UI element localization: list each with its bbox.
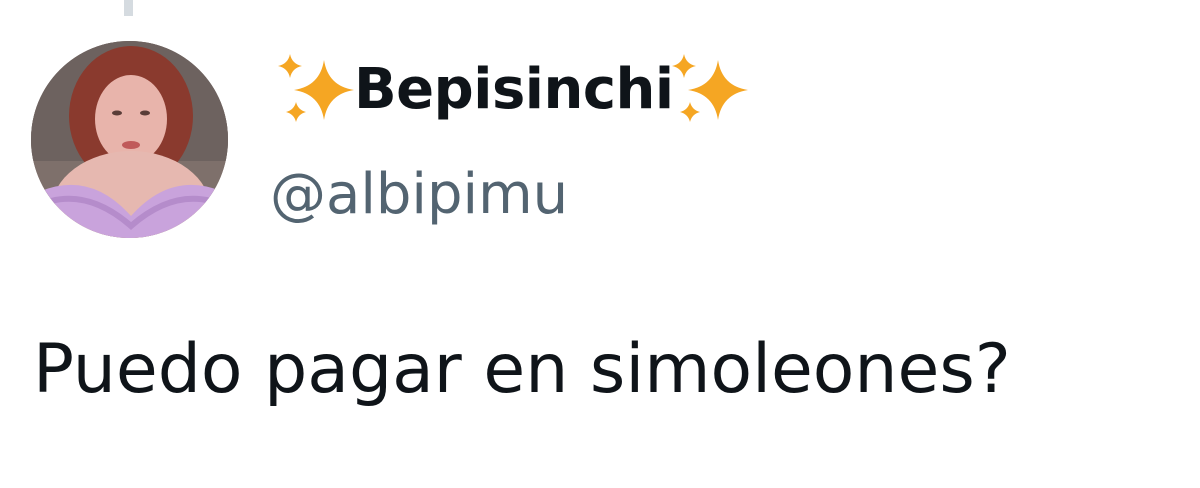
author-display-name[interactable]: Bepisinchi (354, 50, 674, 130)
tweet: Bepisinchi @albipimu Puedo pagar en simo… (0, 0, 1200, 488)
thread-connector-line (124, 0, 133, 16)
sparkles-icon (278, 54, 354, 122)
sparkles-icon (671, 54, 748, 122)
avatar[interactable] (31, 41, 228, 238)
author-handle[interactable]: @albipimu (270, 160, 568, 230)
avatar-photo (31, 41, 228, 238)
author-name-row[interactable]: Bepisinchi (274, 50, 754, 130)
tweet-text: Puedo pagar en simoleones? (33, 330, 1011, 409)
